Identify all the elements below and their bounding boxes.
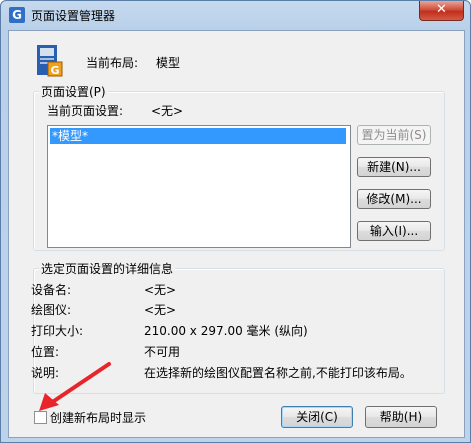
current-layout-value: 模型 <box>156 56 181 70</box>
list-item[interactable]: *模型* <box>50 128 346 144</box>
page-setup-group-title: 页面设置(P) <box>39 83 108 100</box>
close-window-button[interactable]: ✕ <box>419 1 464 21</box>
svg-text:G: G <box>50 64 59 77</box>
page-setup-list[interactable]: *模型* <box>47 125 351 248</box>
layout-icon: G <box>37 45 63 77</box>
details-group-title: 选定页面设置的详细信息 <box>39 260 176 277</box>
current-page-setup-value: <无> <box>151 104 184 118</box>
help-button[interactable]: 帮助(H) <box>365 406 437 428</box>
location-value: 不可用 <box>144 345 181 359</box>
new-button[interactable]: 新建(N)... <box>357 157 431 177</box>
plotter-label: 绘图仪: <box>31 303 72 317</box>
device-name-value: <无> <box>144 283 177 297</box>
description-value: 在选择新的绘图仪配置名称之前,不能打印该布局。 <box>144 366 412 380</box>
show-on-new-layout-label[interactable]: 创建新布局时显示 <box>50 409 146 426</box>
window-title: 页面设置管理器 <box>31 9 116 23</box>
dialog-client-area: G 当前布局: 模型 页面设置(P) 当前页面设置: <无> *模型* 置为当前… <box>8 30 465 438</box>
page-setup-manager-window: G 页面设置管理器 ✕ G 当前布局: 模型 页面设置(P) 当前页面设置: <… <box>0 0 471 443</box>
location-label: 位置: <box>31 345 60 359</box>
current-layout-label: 当前布局: <box>86 56 139 70</box>
plot-size-value: 210.00 x 297.00 毫米 (纵向) <box>144 324 308 338</box>
plot-size-label: 打印大小: <box>31 324 84 338</box>
set-current-button[interactable]: 置为当前(S) <box>357 125 431 145</box>
import-button[interactable]: 输入(I)... <box>357 221 431 241</box>
close-button[interactable]: 关闭(C) <box>281 406 353 428</box>
device-name-label: 设备名: <box>31 283 72 297</box>
plotter-value: <无> <box>144 303 177 317</box>
app-icon: G <box>9 7 25 23</box>
modify-button[interactable]: 修改(M)... <box>357 189 431 209</box>
current-page-setup-label: 当前页面设置: <box>47 104 124 118</box>
red-arrow-annotation <box>39 362 111 411</box>
title-bar[interactable]: G 页面设置管理器 ✕ <box>1 1 470 29</box>
show-on-new-layout-checkbox[interactable] <box>34 411 47 424</box>
